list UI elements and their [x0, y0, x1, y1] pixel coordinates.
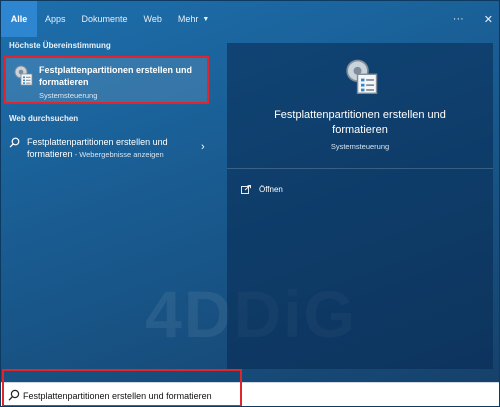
disk-management-icon: [346, 59, 378, 94]
tab-documents[interactable]: Dokumente: [74, 1, 136, 37]
best-match-subtitle: Systemsteuerung: [39, 91, 98, 100]
open-action[interactable]: Öffnen: [241, 181, 361, 197]
tab-more[interactable]: Mehr ▼: [170, 1, 217, 37]
search-icon: [8, 389, 20, 401]
search-input[interactable]: [23, 388, 323, 404]
tab-more-label: Mehr: [177, 14, 199, 24]
web-result-text: Festplattenpartitionen erstellen und for…: [27, 136, 187, 161]
disk-management-icon: [14, 65, 33, 86]
tab-apps-label: Apps: [45, 14, 66, 24]
search-bar: [1, 382, 499, 406]
section-label-web: Web durchsuchen: [9, 114, 79, 123]
web-result-suffix: - Webergebnisse anzeigen: [72, 150, 164, 159]
search-icon: [9, 137, 20, 151]
chevron-right-icon[interactable]: ›: [201, 141, 205, 153]
tab-web[interactable]: Web: [136, 1, 170, 37]
best-match-result[interactable]: Festplattenpartitionen erstellen und for…: [4, 56, 209, 104]
chevron-down-icon: ▼: [202, 15, 210, 23]
toolbar-right: ··· ✕: [453, 1, 493, 37]
tab-all-label: Alle: [10, 14, 28, 24]
preview-subtitle: Systemsteuerung: [330, 142, 390, 151]
open-action-label: Öffnen: [259, 184, 283, 194]
preview-divider: [227, 168, 493, 169]
open-icon: [241, 184, 251, 194]
web-search-result[interactable]: Festplattenpartitionen erstellen und for…: [1, 131, 221, 165]
preview-title: Festplattenpartitionen erstellen und for…: [274, 109, 446, 136]
search-tab-bar: Alle Apps Dokumente Web Mehr ▼ ··· ✕: [1, 1, 499, 37]
tab-apps[interactable]: Apps: [37, 1, 74, 37]
preview-pane: Festplattenpartitionen erstellen und for…: [227, 43, 493, 369]
close-icon[interactable]: ✕: [484, 13, 493, 26]
best-match-title: Festplattenpartitionen erstellen und for…: [39, 65, 193, 87]
tab-all[interactable]: Alle: [1, 1, 37, 37]
section-label-best-match: Höchste Übereinstimmung: [9, 41, 111, 50]
more-options-icon[interactable]: ···: [453, 13, 464, 25]
windows-search-panel: Alle Apps Dokumente Web Mehr▼ ··· ✕ 4DDi…: [0, 0, 500, 407]
tab-web-label: Web: [143, 14, 162, 24]
tab-documents-label: Dokumente: [81, 14, 128, 24]
